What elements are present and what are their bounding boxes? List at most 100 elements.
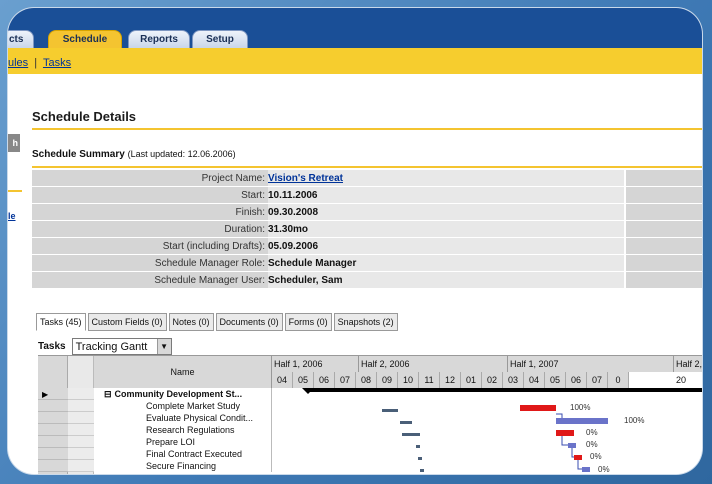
tab-custom-fields[interactable]: Custom Fields (0) bbox=[87, 313, 167, 331]
summary-extra-cell bbox=[626, 170, 702, 186]
tab-snapshots[interactable]: Snapshots (2) bbox=[333, 313, 398, 331]
task-name[interactable]: Final Contract Executed bbox=[94, 448, 272, 460]
baseline-bar bbox=[402, 433, 420, 436]
summary-value: Vision's Retreat bbox=[268, 170, 624, 186]
blank-cell bbox=[68, 436, 94, 448]
subnav-schedules-link[interactable]: ules bbox=[8, 57, 28, 69]
tab-setup[interactable]: Setup bbox=[192, 30, 248, 48]
timeline-half-header: Half 1, 2006 bbox=[272, 356, 359, 372]
summary-row-finish: Finish: 09.30.2008 bbox=[32, 204, 702, 221]
task-bar[interactable] bbox=[520, 405, 556, 411]
blank-cell bbox=[68, 400, 94, 412]
view-select[interactable]: Tracking Gantt ▼ bbox=[71, 338, 172, 355]
summary-label: Project Name: bbox=[32, 170, 268, 186]
task-name-text: Secure Financing bbox=[146, 461, 217, 471]
task-bar[interactable] bbox=[582, 467, 590, 472]
summary-label: Start (including Drafts): bbox=[32, 238, 268, 254]
timeline-month-header: 03 bbox=[503, 372, 524, 388]
summary-title: Schedule Summary bbox=[32, 149, 125, 160]
summary-extra-cell bbox=[626, 238, 702, 254]
tab-reports[interactable]: Reports bbox=[128, 30, 190, 48]
row-indicator-cell[interactable] bbox=[38, 424, 68, 436]
timeline-month-header: 05 bbox=[293, 372, 314, 388]
summary-extra-cell bbox=[626, 221, 702, 237]
baseline-bar bbox=[382, 409, 398, 412]
row-indicator-cell[interactable] bbox=[38, 412, 68, 424]
top-navigation-bar: cts Schedule Reports Setup bbox=[8, 8, 702, 48]
blank-cell bbox=[68, 424, 94, 436]
task-name-text: Complete Market Study bbox=[146, 401, 241, 411]
task-bar[interactable] bbox=[568, 443, 576, 448]
timeline-month-header: 06 bbox=[566, 372, 587, 388]
summary-extra-cell bbox=[626, 255, 702, 271]
summary-label: Start: bbox=[32, 187, 268, 203]
timeline-half-header: Half 2, 20 bbox=[674, 356, 702, 385]
summary-value: 31.30mo bbox=[268, 221, 624, 237]
task-name[interactable]: Prepare LOI bbox=[94, 436, 272, 448]
summary-label: Duration: bbox=[32, 221, 268, 237]
task-bar[interactable] bbox=[556, 418, 608, 424]
project-name-link[interactable]: Vision's Retreat bbox=[268, 173, 343, 184]
task-name-text: Prepare LOI bbox=[146, 437, 196, 447]
collapse-icon[interactable]: ⊟ bbox=[104, 389, 112, 399]
name-column-header[interactable]: Name bbox=[94, 356, 272, 388]
gantt-chart: 100% 100% 0% 0% 0% 0% bbox=[272, 388, 702, 474]
tab-tasks[interactable]: Tasks (45) bbox=[36, 313, 86, 331]
tab-schedule[interactable]: Schedule bbox=[48, 30, 122, 48]
task-name[interactable]: Secure Financing bbox=[94, 460, 272, 472]
summary-value: 09.30.2008 bbox=[268, 204, 624, 220]
timeline-month-header: 02 bbox=[482, 372, 503, 388]
blank-cell bbox=[68, 412, 94, 424]
timeline-month-header: 09 bbox=[377, 372, 398, 388]
row-indicator-cell[interactable] bbox=[38, 448, 68, 460]
tab-partial[interactable]: cts bbox=[8, 30, 35, 48]
baseline-bar bbox=[400, 421, 412, 424]
gantt-grid: Name Half 1, 2006 Half 2, 2006 Half 1, 2… bbox=[38, 355, 702, 474]
chevron-down-icon[interactable]: ▼ bbox=[156, 339, 171, 354]
summary-label: Schedule Manager User: bbox=[32, 272, 268, 288]
row-indicator-cell[interactable] bbox=[38, 460, 68, 472]
tab-reports-label: Reports bbox=[140, 34, 178, 45]
row-indicator-cell[interactable] bbox=[38, 400, 68, 412]
schedule-summary-heading: Schedule Summary (Last updated: 12.06.20… bbox=[32, 149, 236, 160]
tab-forms[interactable]: Forms (0) bbox=[284, 313, 332, 331]
task-percent: 0% bbox=[590, 452, 602, 461]
blank-cell bbox=[68, 388, 94, 400]
tab-notes[interactable]: Notes (0) bbox=[168, 313, 214, 331]
task-name[interactable]: Complete Market Study bbox=[94, 400, 272, 412]
left-panel-link[interactable]: le bbox=[8, 211, 16, 221]
task-name[interactable]: Evaluate Physical Condit... bbox=[94, 412, 272, 424]
row-indicator-cell[interactable]: ▶ bbox=[38, 388, 68, 400]
task-name-text: Final Contract Executed bbox=[146, 449, 243, 459]
timeline-month-header: 08 bbox=[356, 372, 377, 388]
app-window: cts Schedule Reports Setup ules | Tasks … bbox=[8, 8, 702, 474]
summary-table: Project Name: Vision's Retreat Start: 10… bbox=[32, 170, 702, 289]
timeline-month-header: 06 bbox=[314, 372, 335, 388]
timeline-month-header: 05 bbox=[545, 372, 566, 388]
page-title: Schedule Details bbox=[32, 109, 137, 124]
title-divider bbox=[32, 128, 702, 130]
task-percent: 0% bbox=[598, 465, 610, 474]
timeline-month-header: 01 bbox=[461, 372, 482, 388]
tab-documents[interactable]: Documents (0) bbox=[215, 313, 283, 331]
row-indicator-cell[interactable] bbox=[38, 436, 68, 448]
tab-setup-label: Setup bbox=[206, 34, 234, 45]
dependency-arrow bbox=[556, 413, 563, 418]
summary-row-project: Project Name: Vision's Retreat bbox=[32, 170, 702, 187]
current-row-icon: ▶ bbox=[42, 390, 49, 399]
subnav-tasks-link[interactable]: Tasks bbox=[43, 57, 71, 69]
task-group-name[interactable]: ⊟ Community Development St... bbox=[94, 388, 272, 400]
baseline-bar bbox=[416, 445, 420, 448]
task-name-text: Research Regulations bbox=[146, 425, 235, 435]
task-bar[interactable] bbox=[556, 430, 574, 436]
left-panel-button[interactable]: h bbox=[8, 134, 20, 152]
task-bar[interactable] bbox=[574, 455, 582, 460]
dependency-arrow bbox=[577, 460, 582, 470]
summary-row-manager-role: Schedule Manager Role: Schedule Manager bbox=[32, 255, 702, 272]
task-percent: 100% bbox=[570, 403, 590, 412]
summary-bar[interactable] bbox=[308, 388, 702, 392]
summary-updated: (Last updated: 12.06.2006) bbox=[127, 149, 236, 159]
summary-label: Finish: bbox=[32, 204, 268, 220]
task-name[interactable]: Research Regulations bbox=[94, 424, 272, 436]
summary-extra-cell bbox=[626, 272, 702, 288]
